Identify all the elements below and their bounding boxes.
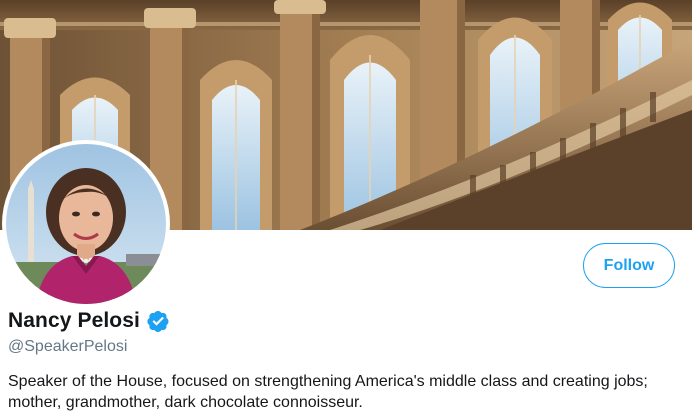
profile-bio: Speaker of the House, focused on strengt… <box>8 373 648 411</box>
name-row: Nancy Pelosi <box>8 309 170 333</box>
avatar[interactable] <box>2 140 170 308</box>
verified-badge-icon <box>146 309 170 333</box>
follow-button[interactable]: Follow <box>583 243 675 288</box>
profile-header: Follow Nancy Pelosi @SpeakerPelosi Speak… <box>0 0 692 420</box>
username-handle: @SpeakerPelosi <box>8 338 128 355</box>
display-name: Nancy Pelosi <box>8 309 140 332</box>
